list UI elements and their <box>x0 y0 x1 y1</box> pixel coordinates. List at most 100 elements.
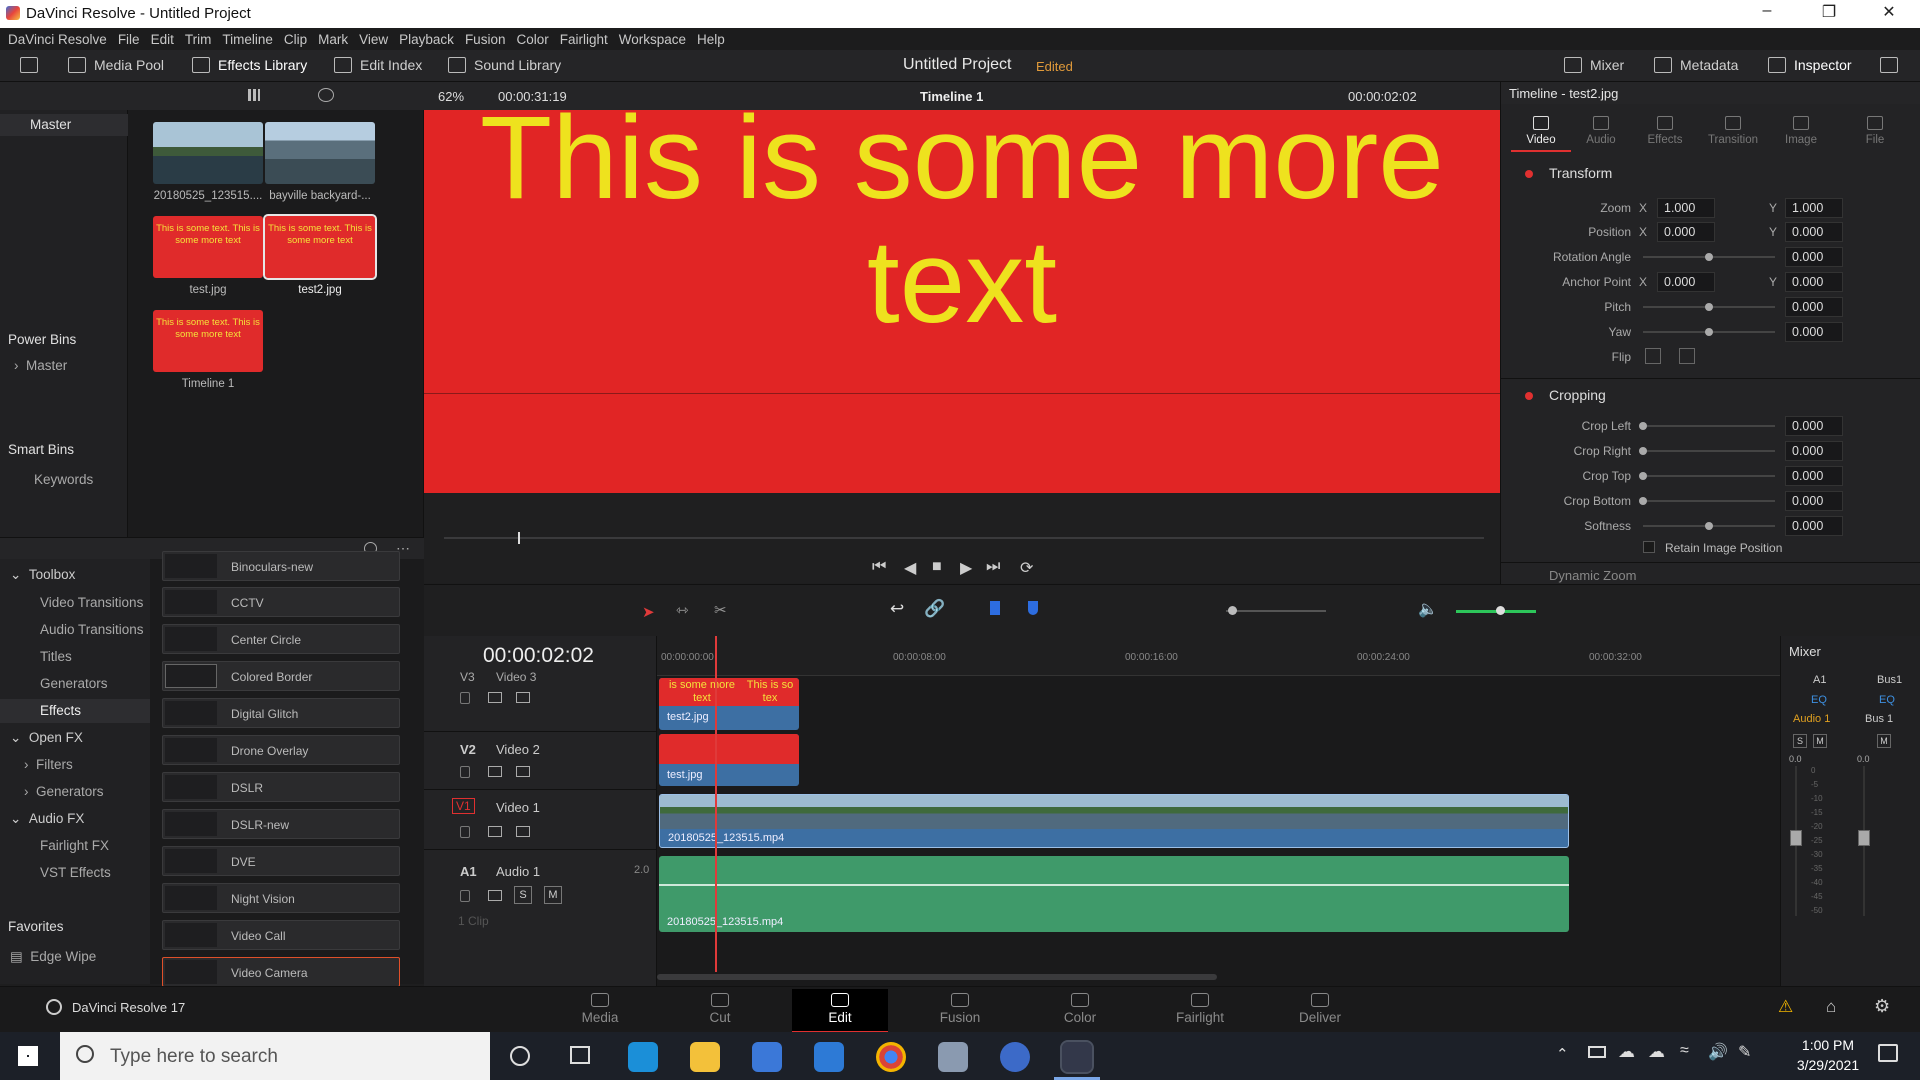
clip-audio1[interactable]: 20180525_123515.mp4 <box>659 856 1569 932</box>
retain-position-checkbox[interactable] <box>1643 541 1655 553</box>
solo-button[interactable]: S <box>514 886 532 904</box>
timeline-area[interactable]: 00:00:00:00 00:00:08:00 00:00:16:00 00:0… <box>657 636 1780 986</box>
crop-top-knob[interactable] <box>1639 472 1647 480</box>
edge-icon[interactable] <box>628 1042 658 1072</box>
mixer-button[interactable]: Mixer <box>1564 57 1624 73</box>
position-y-field[interactable]: 0.000 <box>1785 222 1843 242</box>
tray-chevron-icon[interactable]: ⌃ <box>1556 1045 1569 1063</box>
favorite-edge-wipe[interactable]: ▤ Edge Wipe <box>10 949 96 965</box>
qbittorrent-icon[interactable] <box>1000 1042 1030 1072</box>
tab-file[interactable]: File <box>1845 116 1905 146</box>
track-visibility-icon[interactable] <box>516 826 530 837</box>
tree-ofx-generators[interactable]: › Generators <box>24 784 104 799</box>
menu-davinci-resolve[interactable]: DaVinci Resolve <box>8 32 107 47</box>
go-to-end-icon[interactable]: ⏭ <box>986 558 1000 576</box>
bus1-fader-handle[interactable] <box>1858 830 1870 846</box>
store-icon[interactable] <box>752 1042 782 1072</box>
softness-field[interactable]: 0.000 <box>1785 516 1843 536</box>
flag-icon[interactable] <box>990 601 1000 615</box>
tab-image[interactable]: Image <box>1771 116 1831 146</box>
a1-fader-handle[interactable] <box>1790 830 1802 846</box>
tree-audio-transitions[interactable]: Audio Transitions <box>40 622 144 637</box>
task-view-icon[interactable] <box>570 1046 590 1064</box>
yaw-knob[interactable] <box>1705 328 1713 336</box>
tree-audio-fx[interactable]: ⌄ Audio FX <box>10 811 84 827</box>
flip-vertical-icon[interactable] <box>1679 348 1695 364</box>
page-edit[interactable]: Edit <box>792 989 888 1033</box>
mixer-bus-mute-button[interactable]: M <box>1877 734 1891 748</box>
minimize-button[interactable]: – <box>1744 2 1790 26</box>
crop-right-slider[interactable] <box>1643 450 1775 452</box>
tree-toolbox[interactable]: ⌄ Toolbox <box>10 567 75 583</box>
pitch-field[interactable]: 0.000 <box>1785 297 1843 317</box>
menu-help[interactable]: Help <box>697 32 725 47</box>
track-visibility-icon[interactable] <box>516 692 530 703</box>
lock-icon[interactable] <box>460 692 470 704</box>
flip-horizontal-icon[interactable] <box>1645 348 1661 364</box>
menu-playback[interactable]: Playback <box>399 32 454 47</box>
crop-left-knob[interactable] <box>1639 422 1647 430</box>
crop-right-field[interactable]: 0.000 <box>1785 441 1843 461</box>
link-icon[interactable]: 🔗 <box>924 599 945 619</box>
menu-timeline[interactable]: Timeline <box>222 32 273 47</box>
menu-fairlight[interactable]: Fairlight <box>560 32 608 47</box>
loop-icon[interactable]: ⟳ <box>1020 558 1033 578</box>
timeline-scrollbar[interactable] <box>657 974 1217 980</box>
metadata-button[interactable]: Metadata <box>1654 57 1738 73</box>
anchor-x-field[interactable]: 0.000 <box>1657 272 1715 292</box>
edit-index-button[interactable]: Edit Index <box>334 57 422 73</box>
bin-master[interactable]: Master <box>0 114 128 136</box>
effect-video-call[interactable]: Video Call <box>162 920 400 950</box>
tree-effects[interactable]: Effects <box>0 699 150 723</box>
mail-icon[interactable] <box>814 1042 844 1072</box>
tab-transition[interactable]: Transition <box>1703 116 1763 146</box>
cropping-heading[interactable]: Cropping <box>1549 387 1606 403</box>
track-v3-header[interactable]: V3 Video 3 <box>424 670 657 732</box>
sound-library-button[interactable]: Sound Library <box>448 57 561 73</box>
track-v2-header[interactable]: V2 Video 2 <box>424 732 657 790</box>
tree-video-transitions[interactable]: Video Transitions <box>40 595 143 610</box>
effect-dslr-new[interactable]: DSLR-new <box>162 809 400 839</box>
menu-fusion[interactable]: Fusion <box>465 32 506 47</box>
lock-icon[interactable] <box>460 766 470 778</box>
mixer-solo-button[interactable]: S <box>1793 734 1807 748</box>
tab-video[interactable]: Video <box>1511 116 1571 152</box>
auto-select-icon[interactable] <box>488 692 502 703</box>
speaker-icon[interactable]: 🔈 <box>1418 599 1438 619</box>
effect-binoculars-new[interactable]: Binoculars-new <box>162 551 400 581</box>
crop-top-field[interactable]: 0.000 <box>1785 466 1843 486</box>
crop-bottom-knob[interactable] <box>1639 497 1647 505</box>
effect-cctv[interactable]: CCTV <box>162 587 400 617</box>
crop-left-field[interactable]: 0.000 <box>1785 416 1843 436</box>
play-reverse-icon[interactable]: ◀ <box>904 558 916 578</box>
track-v1-header[interactable]: V1 Video 1 <box>424 790 657 850</box>
track-visibility-icon[interactable] <box>516 766 530 777</box>
go-to-start-icon[interactable]: ⏮ <box>872 558 886 576</box>
auto-select-icon[interactable] <box>488 766 502 777</box>
crop-bottom-field[interactable]: 0.000 <box>1785 491 1843 511</box>
effect-video-camera[interactable]: Video Camera <box>162 957 400 987</box>
menu-mark[interactable]: Mark <box>318 32 348 47</box>
menu-color[interactable]: Color <box>516 32 548 47</box>
tree-titles[interactable]: Titles <box>40 649 72 664</box>
anchor-y-field[interactable]: 0.000 <box>1785 272 1843 292</box>
effects-library-button[interactable]: Effects Library <box>192 57 307 73</box>
auto-select-icon[interactable] <box>488 890 502 901</box>
app-icon[interactable] <box>938 1042 968 1072</box>
search-icon[interactable] <box>318 88 334 102</box>
clock-date[interactable]: 3/29/2021 <box>1788 1057 1868 1073</box>
close-window-button[interactable]: ✕ <box>1866 2 1912 26</box>
track-a1-header[interactable]: A1 Audio 1 2.0 S M 1 Clip <box>424 854 657 938</box>
pitch-knob[interactable] <box>1705 303 1713 311</box>
menu-view[interactable]: View <box>359 32 388 47</box>
effect-colored-border[interactable]: Colored Border <box>162 661 400 691</box>
media-thumb-test2[interactable]: This is some text. This is some more tex… <box>263 214 377 280</box>
tree-fairlight-fx[interactable]: Fairlight FX <box>40 838 109 853</box>
smart-bin-keywords[interactable]: Keywords <box>34 472 93 487</box>
effect-dve[interactable]: DVE <box>162 846 400 876</box>
tab-audio[interactable]: Audio <box>1571 116 1631 146</box>
clip-test2[interactable]: is some more text This is so tex test2.jp… <box>659 678 799 730</box>
power-bin-master[interactable]: › Master <box>14 358 67 373</box>
media-thumb-video2[interactable] <box>265 122 375 184</box>
menu-trim[interactable]: Trim <box>185 32 212 47</box>
